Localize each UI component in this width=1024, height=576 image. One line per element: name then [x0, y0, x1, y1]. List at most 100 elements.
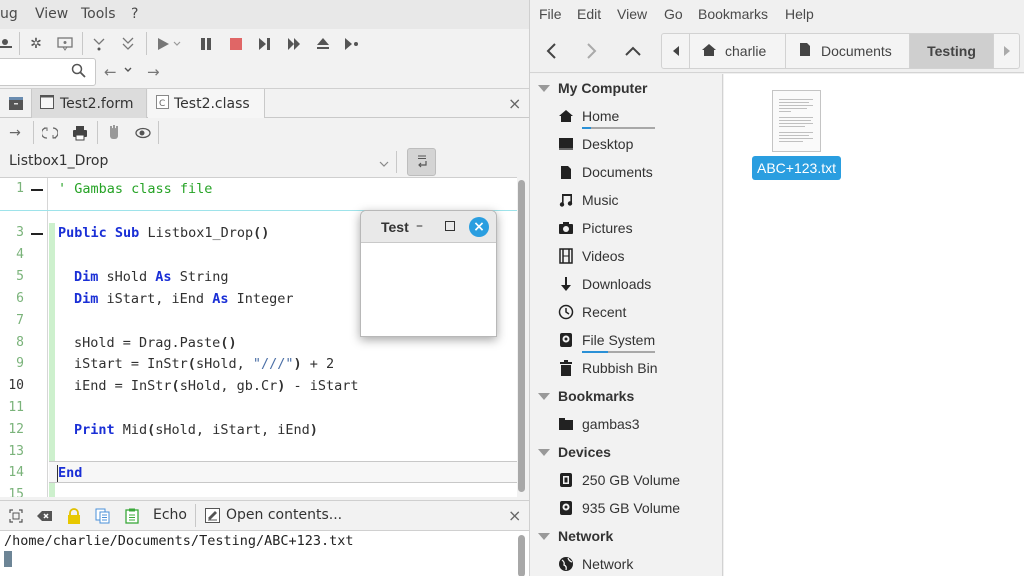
breadcrumb-testing[interactable]: Testing	[910, 34, 994, 68]
breadcrumb-documents[interactable]: Documents	[786, 34, 910, 68]
toolbar-separator	[33, 121, 34, 144]
breakpoint-icon[interactable]	[0, 33, 16, 55]
editor-scrollbar[interactable]	[518, 180, 525, 492]
file-name-label[interactable]: ABC+123.txt	[752, 156, 841, 180]
test-window-titlebar[interactable]: Test – ×	[361, 211, 496, 243]
paste-icon[interactable]	[121, 505, 143, 527]
test-window[interactable]: Test – ×	[360, 210, 497, 337]
step-into-icon[interactable]	[88, 33, 110, 55]
step-icon[interactable]	[254, 33, 276, 55]
pause-icon[interactable]	[195, 33, 217, 55]
run-to-cursor-icon[interactable]	[341, 33, 363, 55]
search-icon[interactable]	[71, 63, 87, 83]
code-line-8: sHold = Drag.Paste()	[74, 335, 237, 351]
hand-icon[interactable]	[103, 122, 125, 144]
menu-edit[interactable]: Edit	[577, 6, 601, 22]
breadcrumb-left-button[interactable]	[662, 34, 690, 68]
sidebar-item-file-system[interactable]: File System	[558, 332, 655, 353]
tab-test2-class[interactable]: C Test2.class	[148, 89, 265, 119]
sidebar-item-recent[interactable]: Recent	[558, 304, 626, 320]
step-over-icon[interactable]	[117, 33, 139, 55]
forward-arrow-icon[interactable]: →	[147, 63, 160, 81]
echo-button[interactable]: Echo	[153, 507, 187, 523]
sidebar-item-250gb-volume[interactable]: 250 GB Volume	[558, 472, 680, 488]
open-contents-button[interactable]: Open contents...	[226, 507, 342, 523]
close-tab-icon[interactable]: ×	[508, 94, 521, 113]
clock-icon	[558, 304, 574, 320]
sidebar-item-desktop[interactable]: Desktop	[558, 136, 633, 152]
word-wrap-toggle[interactable]	[407, 148, 436, 176]
copy-icon[interactable]	[92, 505, 114, 527]
project-box-icon[interactable]	[8, 95, 24, 115]
sidebar-item-rubbish-bin[interactable]: Rubbish Bin	[558, 360, 658, 376]
breadcrumb-right-button[interactable]	[994, 34, 1019, 68]
sidebar-item-videos[interactable]: Videos	[558, 248, 625, 264]
sidebar-item-home[interactable]: Home	[558, 108, 655, 129]
sidebar-item-pictures[interactable]: Pictures	[558, 220, 633, 236]
section-network[interactable]: Network	[538, 528, 613, 544]
menu-file[interactable]: File	[539, 6, 562, 22]
sidebar-item-music[interactable]: Music	[558, 192, 619, 208]
close-console-icon[interactable]: ×	[508, 506, 521, 525]
history-dropdown-icon[interactable]	[124, 63, 132, 79]
breadcrumb-charlie[interactable]: charlie	[690, 34, 786, 68]
menu-tools[interactable]: Tools	[81, 6, 116, 22]
up-button[interactable]	[620, 38, 646, 64]
menu-help[interactable]: ?	[131, 6, 138, 22]
code-line-6: Dim iStart, iEnd As Integer	[74, 291, 294, 307]
search-input[interactable]	[0, 58, 96, 86]
clear-console-icon[interactable]	[34, 505, 56, 527]
section-bookmarks[interactable]: Bookmarks	[538, 388, 634, 404]
code-line-5: Dim sHold As String	[74, 269, 229, 285]
eject-icon[interactable]	[312, 33, 334, 55]
forward-icon[interactable]	[283, 33, 305, 55]
toolbar-separator	[396, 151, 397, 173]
maximize-button[interactable]	[445, 221, 455, 231]
sidebar-item-downloads[interactable]: Downloads	[558, 276, 651, 292]
line-number: 7	[16, 313, 24, 328]
console-output[interactable]: /home/charlie/Documents/Testing/ABC+123.…	[0, 530, 529, 576]
menu-view[interactable]: View	[617, 6, 647, 22]
fullscreen-icon[interactable]	[5, 505, 27, 527]
section-devices[interactable]: Devices	[538, 444, 611, 460]
back-arrow-icon[interactable]: ←	[104, 63, 117, 81]
section-my-computer[interactable]: My Computer	[538, 80, 647, 96]
fold-marker-icon[interactable]	[31, 233, 43, 235]
menu-help[interactable]: Help	[785, 6, 814, 22]
close-window-button[interactable]: ×	[469, 217, 489, 237]
minimize-button[interactable]: –	[416, 218, 423, 234]
toolbar-separator	[158, 121, 159, 144]
comment-icon[interactable]	[54, 33, 76, 55]
procedure-dropdown-icon[interactable]	[379, 157, 389, 172]
file-view[interactable]: ABC+123.txt	[724, 74, 1024, 576]
reload-icon[interactable]	[39, 122, 61, 144]
file-manager-window: File Edit View Go Bookmarks Help charlie	[529, 0, 1024, 576]
current-line-highlight	[49, 461, 517, 483]
sidebar-item-935gb-volume[interactable]: 935 GB Volume	[558, 500, 680, 516]
forward-button[interactable]	[579, 38, 605, 64]
trash-icon	[558, 360, 574, 376]
print-icon[interactable]	[69, 122, 91, 144]
code-line-14: End	[58, 465, 83, 481]
stop-icon[interactable]	[225, 33, 247, 55]
sidebar-item-documents[interactable]: Documents	[558, 164, 653, 180]
goto-arrow-icon[interactable]: →	[4, 122, 26, 144]
procedure-select[interactable]: Listbox1_Drop	[9, 153, 108, 169]
console-scrollbar[interactable]	[518, 535, 525, 576]
menu-view[interactable]: View	[35, 6, 68, 22]
console-toolbar: Echo Open contents... ×	[0, 500, 529, 530]
gear-icon[interactable]: ✲	[25, 33, 47, 55]
code-line-10: iEnd = InStr(sHold, gb.Cr) - iStart	[74, 378, 359, 394]
tab-test2-form[interactable]: Test2.form	[31, 89, 147, 119]
line-number: 3	[16, 225, 24, 240]
sidebar-item-gambas3[interactable]: gambas3	[558, 416, 640, 432]
menu-bookmarks[interactable]: Bookmarks	[698, 6, 768, 22]
menu-go[interactable]: Go	[664, 6, 683, 22]
back-button[interactable]	[538, 38, 564, 64]
run-dropdown-icon[interactable]	[170, 33, 184, 55]
lock-icon[interactable]	[63, 505, 85, 527]
fold-marker-icon[interactable]	[31, 189, 43, 191]
menu-debug[interactable]: ug	[0, 6, 18, 22]
sidebar-item-network[interactable]: Network	[558, 556, 633, 572]
eye-icon[interactable]	[132, 122, 154, 144]
